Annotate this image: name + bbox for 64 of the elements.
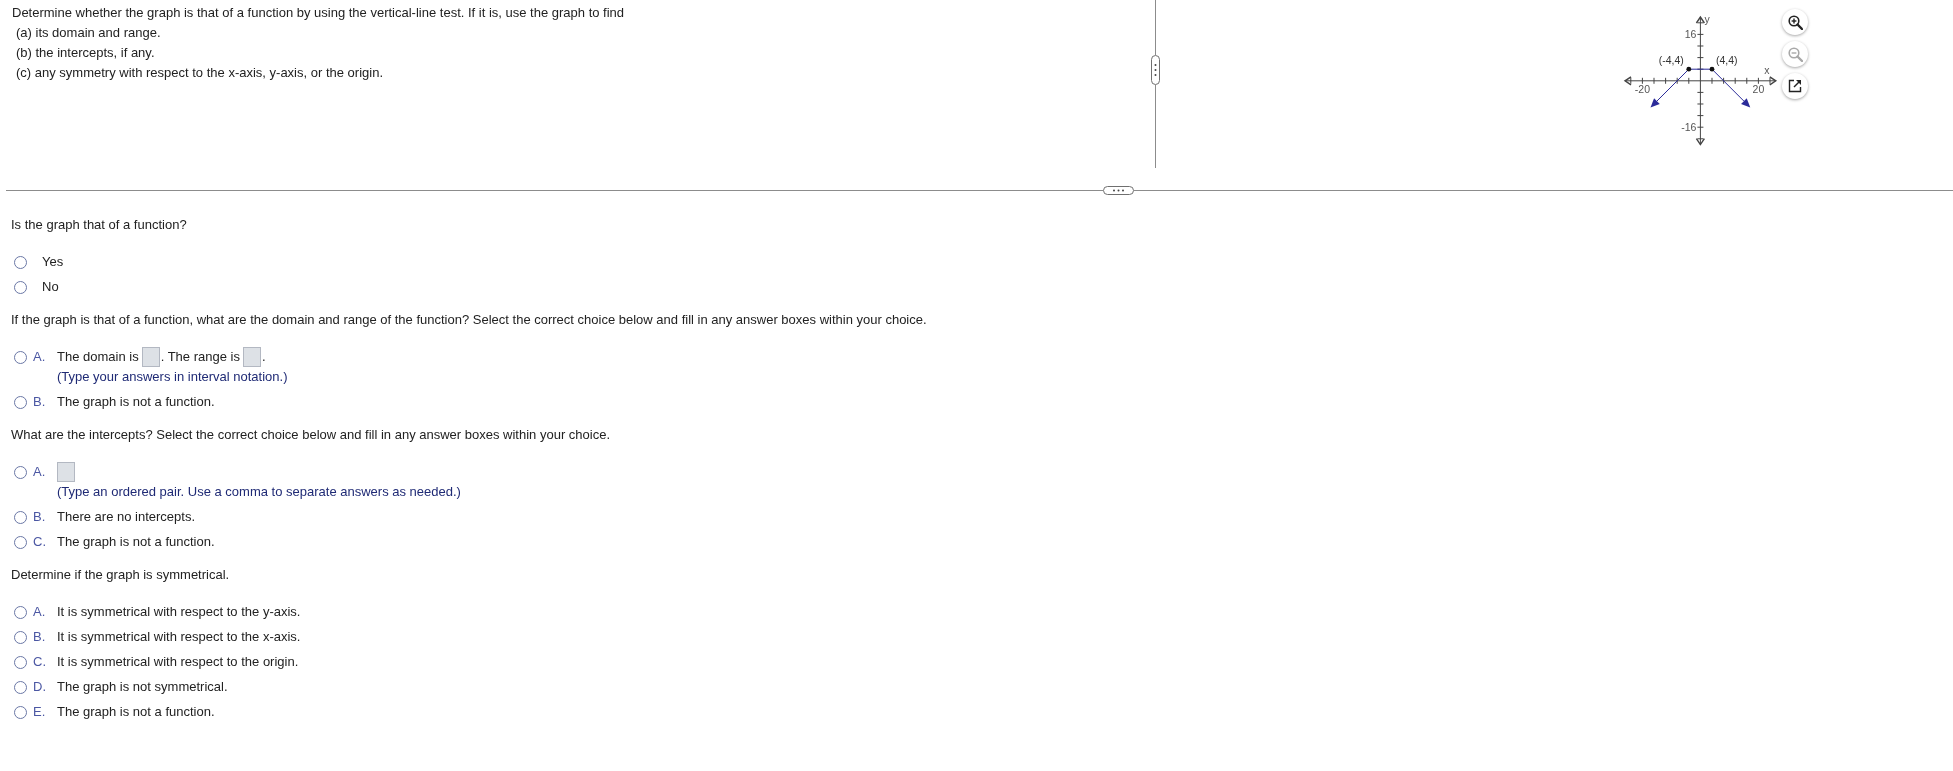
- x-tick-label: -20: [1635, 83, 1651, 95]
- choice-letter: B.: [33, 508, 47, 526]
- point-label: (-4,4): [1658, 55, 1684, 67]
- y-tick-label: -16: [1681, 121, 1697, 133]
- radio-button[interactable]: [14, 656, 27, 669]
- data-point: [1686, 66, 1692, 72]
- drag-handle-icon[interactable]: [1103, 186, 1134, 195]
- drag-handle-icon[interactable]: [1151, 55, 1160, 85]
- point-label: (4,4): [1716, 55, 1738, 67]
- instruction-item: (c) any symmetry with respect to the x-axis, y-axis, or the origin.: [16, 64, 384, 82]
- choice-letter: A.: [33, 463, 47, 481]
- choice-text: Yes: [42, 254, 64, 269]
- question-prompt: Determine if the graph is symmetrical.: [11, 566, 231, 584]
- x-tick-label: 20: [1752, 83, 1765, 95]
- choice-letter: A.: [33, 603, 47, 621]
- answer-box[interactable]: [141, 347, 160, 367]
- y-tick-label: 16: [1684, 28, 1697, 40]
- instruction-item: (a) its domain and range.: [16, 24, 162, 42]
- choice-letter: B.: [33, 628, 47, 646]
- choice-text: The graph is not a function.: [57, 394, 215, 409]
- choice-text: . The range is: [160, 349, 240, 364]
- external-link-icon: [1788, 79, 1802, 93]
- choice-text: The graph is not symmetrical.: [57, 679, 228, 694]
- question-prompt: What are the intercepts? Select the correct choice below and fill in any answer boxes within your choice.: [11, 426, 612, 444]
- y-axis-label: y: [1704, 14, 1710, 25]
- data-point: [1709, 66, 1715, 72]
- choice-text: No: [42, 279, 59, 294]
- radio-button[interactable]: [14, 606, 27, 619]
- radio-button[interactable]: [14, 536, 27, 549]
- pop-out-button[interactable]: [1782, 73, 1808, 99]
- choice-text: It is symmetrical with respect to the origin.: [57, 654, 299, 669]
- radio-button[interactable]: [14, 256, 27, 269]
- zoom-in-icon: [1787, 14, 1803, 30]
- radio-button[interactable]: [14, 281, 27, 294]
- question-prompt: Is the graph that of a function?: [11, 216, 188, 234]
- radio-button[interactable]: [14, 631, 27, 644]
- radio-button[interactable]: [14, 511, 27, 524]
- answer-hint: (Type your answers in interval notation.): [57, 368, 288, 386]
- choice-text: The graph is not a function.: [57, 704, 215, 719]
- radio-button[interactable]: [14, 396, 27, 409]
- x-axis-label: x: [1764, 64, 1770, 76]
- instructions-text: Determine whether the graph is that of a function by using the vertical-line test. If it is, use the graph to find: [12, 4, 626, 22]
- choice-text: .: [261, 349, 266, 364]
- radio-button[interactable]: [14, 706, 27, 719]
- radio-button[interactable]: [14, 466, 27, 479]
- answer-hint: (Type an ordered pair. Use a comma to separate answers as needed.): [57, 483, 461, 501]
- choice-text: It is symmetrical with respect to the x-axis.: [57, 629, 301, 644]
- choice-text: The domain is: [57, 349, 139, 364]
- choice-text: It is symmetrical with respect to the y-axis.: [57, 604, 301, 619]
- zoom-in-button[interactable]: [1782, 9, 1808, 35]
- choice-text: The graph is not a function.: [57, 534, 215, 549]
- choice-letter: D.: [33, 678, 47, 696]
- instruction-item: (b) the intercepts, if any.: [16, 44, 156, 62]
- choice-letter: A.: [33, 348, 47, 366]
- choice-letter: C.: [33, 653, 47, 671]
- question-prompt: If the graph is that of a function, what are the domain and range of the function? Select the correct choice below and fill in any answer boxes within your choice.: [11, 311, 928, 329]
- choice-letter: C.: [33, 533, 47, 551]
- radio-button[interactable]: [14, 351, 27, 364]
- choice-letter: E.: [33, 703, 47, 721]
- answer-box[interactable]: [242, 347, 261, 367]
- zoom-out-icon: [1787, 46, 1803, 62]
- radio-button[interactable]: [14, 681, 27, 694]
- choice-text: There are no intercepts.: [57, 509, 196, 524]
- choice-letter: B.: [33, 393, 47, 411]
